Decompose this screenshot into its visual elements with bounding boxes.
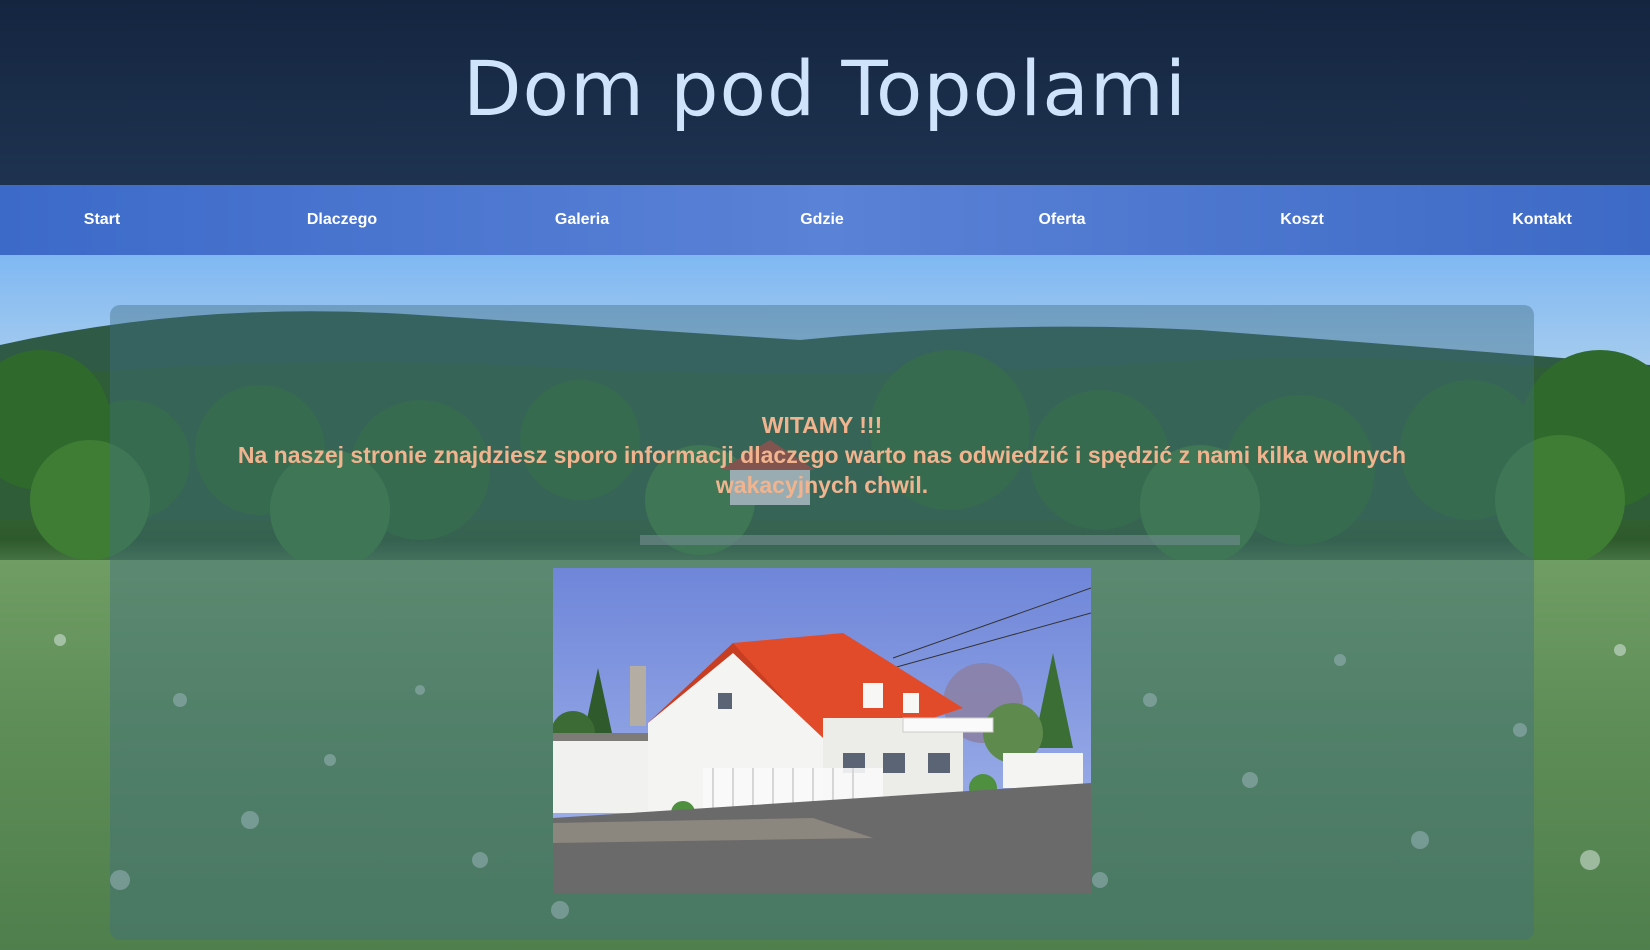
nav-item-dlaczego[interactable]: Dlaczego <box>307 185 377 255</box>
welcome-heading: WITAMY !!! <box>761 412 883 438</box>
site-title: Dom pod Topolami <box>463 44 1187 133</box>
nav-item-gdzie[interactable]: Gdzie <box>800 185 844 255</box>
main-nav: Start Dlaczego Galeria Gdzie Oferta Kosz… <box>0 185 1650 255</box>
site-header: Dom pod Topolami <box>0 0 1650 185</box>
nav-item-start[interactable]: Start <box>84 185 120 255</box>
nav-item-oferta[interactable]: Oferta <box>1038 185 1085 255</box>
nav-item-koszt[interactable]: Koszt <box>1280 185 1324 255</box>
house-photo <box>553 568 1091 893</box>
page: Dom pod Topolami Start Dlaczego Galeria … <box>0 0 1650 950</box>
welcome-message: Na naszej stronie znajdziesz sporo infor… <box>237 442 1407 498</box>
nav-item-kontakt[interactable]: Kontakt <box>1512 185 1572 255</box>
nav-item-galeria[interactable]: Galeria <box>555 185 609 255</box>
welcome-block: WITAMY !!! Na naszej stronie znajdziesz … <box>110 410 1534 500</box>
